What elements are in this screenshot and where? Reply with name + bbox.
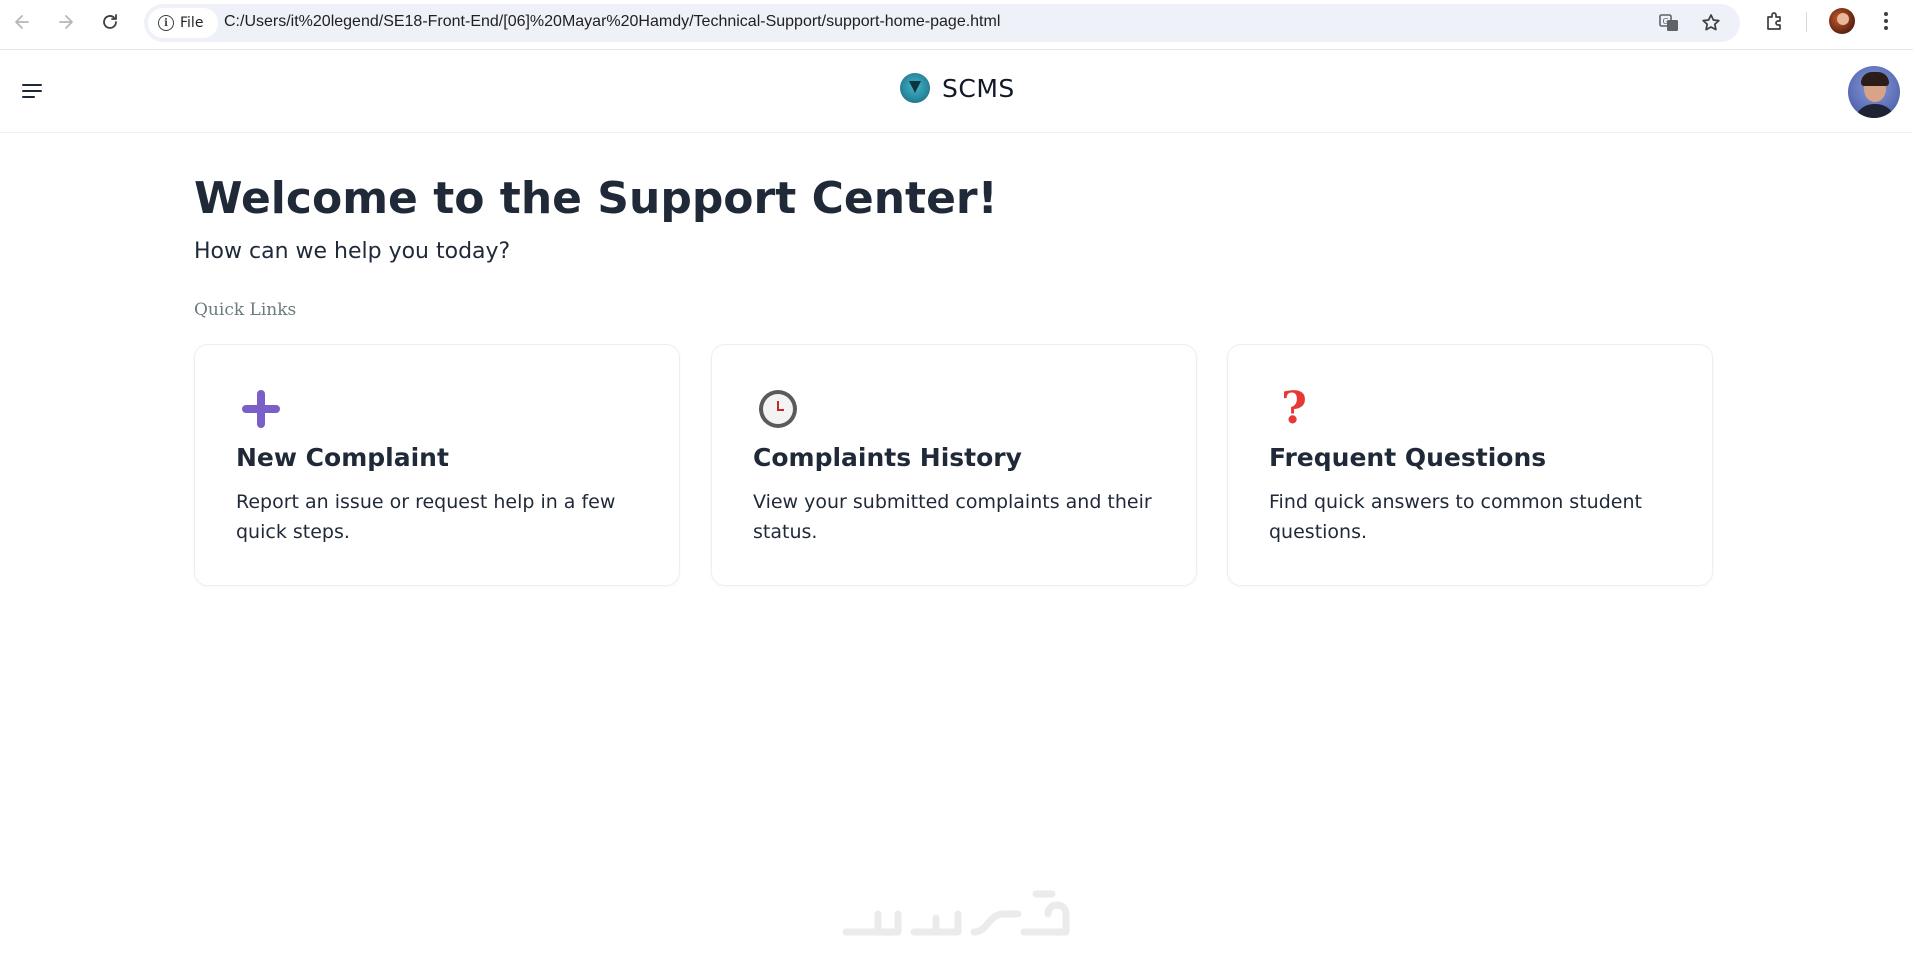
page-title: Welcome to the Support Center! <box>194 173 998 224</box>
card-description: Find quick answers to common student que… <box>1269 491 1642 543</box>
reload-button[interactable] <box>94 6 126 38</box>
plus-icon <box>241 389 281 429</box>
card-title: Frequent Questions <box>1269 443 1547 472</box>
forward-button[interactable] <box>50 6 82 38</box>
page-subtitle: How can we help you today? <box>194 239 511 264</box>
card-frequent-questions[interactable]: ? Frequent Questions Find quick answers … <box>1227 344 1713 586</box>
brand-name: SCMS <box>942 73 1015 103</box>
quick-links-cards: New Complaint Report an issue or request… <box>194 344 1714 586</box>
bookmark-star-icon[interactable] <box>1700 12 1722 34</box>
card-title: New Complaint <box>236 443 449 472</box>
reload-icon <box>103 14 117 29</box>
address-bar[interactable]: i File C:/Users/it%20legend/SE18-Front-E… <box>144 4 1740 42</box>
url-text[interactable]: C:/Users/it%20legend/SE18-Front-End/[06]… <box>224 13 1000 31</box>
browser-toolbar: i File C:/Users/it%20legend/SE18-Front-E… <box>0 0 1913 50</box>
clock-icon <box>758 389 798 429</box>
svg-text:G: G <box>1663 17 1669 26</box>
card-complaints-history[interactable]: Complaints History View your submitted c… <box>711 344 1197 586</box>
card-title: Complaints History <box>753 443 1022 472</box>
site-chip-label: File <box>180 15 204 31</box>
user-avatar[interactable] <box>1848 66 1900 118</box>
browser-menu-icon[interactable] <box>1876 9 1896 33</box>
quick-links-label: Quick Links <box>194 300 297 320</box>
menu-toggle-icon[interactable] <box>22 79 46 103</box>
arrow-left-icon <box>15 15 29 29</box>
toolbar-divider <box>1806 12 1807 32</box>
app-header: SCMS <box>0 51 1913 133</box>
card-description: View your submitted complaints and their… <box>753 491 1152 543</box>
watermark-logo-icon <box>842 890 1070 936</box>
brand[interactable]: SCMS <box>900 73 1015 103</box>
card-new-complaint[interactable]: New Complaint Report an issue or request… <box>194 344 680 586</box>
back-button[interactable] <box>6 6 38 38</box>
browser-profile-avatar[interactable] <box>1829 8 1855 34</box>
arrow-right-icon <box>59 15 73 29</box>
brand-logo-icon <box>900 73 930 103</box>
question-icon: ? <box>1281 383 1307 434</box>
info-icon: i <box>158 15 174 31</box>
card-description: Report an issue or request help in a few… <box>236 491 616 543</box>
site-info-chip[interactable]: i File <box>148 8 218 38</box>
translate-icon[interactable]: G <box>1658 12 1680 34</box>
extensions-puzzle-icon[interactable] <box>1764 10 1786 32</box>
